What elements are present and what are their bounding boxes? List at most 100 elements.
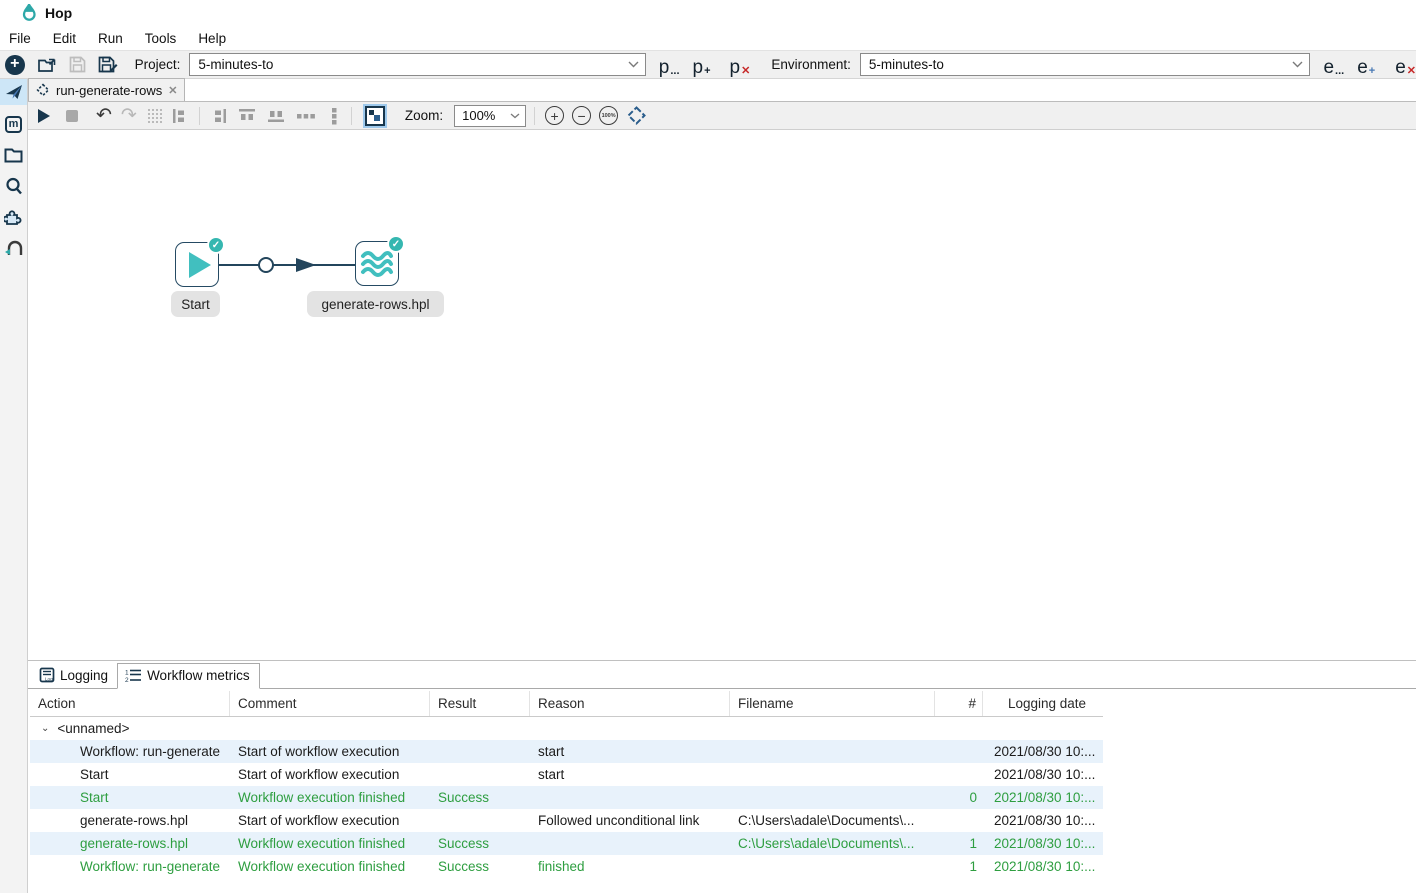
menu-help[interactable]: Help xyxy=(187,29,237,48)
zoom-fit-button[interactable] xyxy=(627,104,646,128)
distribute-vertical-icon xyxy=(327,107,341,125)
save-file-button[interactable] xyxy=(69,56,86,73)
environment-select[interactable]: 5-minutes-to xyxy=(860,53,1311,76)
cell-comment: Start of workflow execution xyxy=(230,744,430,759)
align-bottom-button[interactable] xyxy=(267,104,285,128)
hop-arrow-icon xyxy=(296,258,316,272)
menu-run[interactable]: Run xyxy=(87,29,134,48)
project-add-button[interactable]: p+ xyxy=(693,54,711,76)
file-tab-bar: run-generate-rows ✕ xyxy=(28,79,1416,102)
tab-logging-label: Logging xyxy=(60,668,108,683)
col-logging-date[interactable]: Logging date xyxy=(983,691,1103,716)
project-edit-button[interactable]: p... xyxy=(659,54,680,76)
node-generate-rows-label[interactable]: generate-rows.hpl xyxy=(307,291,444,317)
show-grid-button[interactable] xyxy=(147,104,164,128)
table-row[interactable]: Start Start of workflow execution start … xyxy=(30,763,1103,786)
hop-midpoint-circle[interactable] xyxy=(258,257,274,273)
logging-icon: Log xyxy=(39,667,55,683)
perspective-file-explorer[interactable] xyxy=(0,142,27,168)
distribute-horizontally-button[interactable] xyxy=(296,104,316,128)
zoom-out-button[interactable]: − xyxy=(572,104,591,128)
cell-logging-date: 2021/08/30 10:... xyxy=(983,859,1103,874)
cell-logging-date: 2021/08/30 10:... xyxy=(983,790,1103,805)
align-top-button[interactable] xyxy=(238,104,256,128)
project-delete-button[interactable]: p✕ xyxy=(730,54,751,76)
perspective-metadata[interactable]: m xyxy=(0,111,27,137)
col-action[interactable]: Action xyxy=(30,691,230,716)
node-generate-rows[interactable]: ✓ xyxy=(355,241,399,286)
chevron-down-icon xyxy=(628,61,639,68)
perspective-sidebar: m xyxy=(0,79,28,893)
open-file-button[interactable] xyxy=(37,56,57,74)
col-nr[interactable]: # xyxy=(935,691,983,716)
success-check-icon: ✓ xyxy=(387,235,405,253)
workflow-hop-line[interactable] xyxy=(219,264,355,266)
undo-button[interactable]: ↶ xyxy=(96,104,112,128)
cell-comment: Start of workflow execution xyxy=(230,813,430,828)
perspective-neo4j[interactable] xyxy=(0,235,27,261)
tab-workflow-metrics[interactable]: 1 2 Workflow metrics xyxy=(117,663,260,689)
cell-action: generate-rows.hpl xyxy=(30,813,230,828)
cell-action: Start xyxy=(30,790,230,805)
tree-group-row[interactable]: ⌄ <unnamed> xyxy=(30,717,1103,740)
col-reason[interactable]: Reason xyxy=(530,691,730,716)
col-comment[interactable]: Comment xyxy=(230,691,430,716)
stop-workflow-button[interactable] xyxy=(66,104,78,128)
chevron-down-icon xyxy=(510,113,520,119)
run-workflow-button[interactable] xyxy=(38,104,50,128)
project-select[interactable]: 5-minutes-to xyxy=(189,53,645,76)
zoom-100-button[interactable]: 100% xyxy=(599,104,618,128)
save-as-button[interactable] xyxy=(98,56,118,74)
tree-expander-icon[interactable]: ⌄ xyxy=(41,723,49,734)
align-top-icon xyxy=(238,108,256,123)
cell-nr: 0 xyxy=(935,790,983,805)
start-action-icon xyxy=(189,252,211,278)
table-row[interactable]: Workflow: run-generate Start of workflow… xyxy=(30,740,1103,763)
node-start-label[interactable]: Start xyxy=(171,291,220,317)
perspective-search[interactable] xyxy=(0,173,27,199)
cell-reason: start xyxy=(530,744,730,759)
preview-button[interactable] xyxy=(365,104,385,128)
environment-delete-button[interactable]: e✕ xyxy=(1395,54,1416,76)
menu-file[interactable]: File xyxy=(0,29,42,48)
zoom-select[interactable]: 100% xyxy=(454,105,526,127)
tab-run-generate-rows[interactable]: run-generate-rows ✕ xyxy=(28,78,185,101)
new-item-button[interactable]: + xyxy=(5,55,25,75)
zoom-in-button[interactable]: + xyxy=(545,104,564,128)
distribute-vertically-button[interactable] xyxy=(327,104,341,128)
workflow-diamond-icon xyxy=(36,83,50,97)
environment-edit-button[interactable]: e... xyxy=(1323,54,1344,76)
metadata-icon: m xyxy=(5,116,22,133)
table-row[interactable]: Start Workflow execution finished Succes… xyxy=(30,786,1103,809)
tab-logging[interactable]: Log Logging xyxy=(32,663,117,688)
table-row[interactable]: generate-rows.hpl Workflow execution fin… xyxy=(30,832,1103,855)
svg-text:1: 1 xyxy=(125,670,129,677)
col-filename[interactable]: Filename xyxy=(730,691,935,716)
cell-result: Success xyxy=(430,859,530,874)
table-row[interactable]: generate-rows.hpl Start of workflow exec… xyxy=(30,809,1103,832)
grid-icon xyxy=(147,108,164,123)
col-result[interactable]: Result xyxy=(430,691,530,716)
perspective-plugins[interactable] xyxy=(0,204,27,230)
menu-bar: File Edit Run Tools Help xyxy=(0,26,1416,50)
tab-close-icon[interactable]: ✕ xyxy=(168,84,177,97)
align-right-button[interactable] xyxy=(212,104,227,128)
menu-tools[interactable]: Tools xyxy=(134,29,188,48)
align-left-button[interactable] xyxy=(172,104,187,128)
zoom-select-value: 100% xyxy=(462,108,495,123)
cell-nr: 1 xyxy=(935,836,983,851)
workflow-canvas[interactable]: ✓ Start ✓ generate-rows.hpl xyxy=(28,130,1416,660)
redo-button[interactable]: ↷ xyxy=(121,104,137,128)
menu-edit[interactable]: Edit xyxy=(42,29,87,48)
align-right-icon xyxy=(212,108,227,124)
cell-comment: Workflow execution finished xyxy=(230,836,430,851)
tree-group-label: <unnamed> xyxy=(57,721,129,736)
zoom-in-icon: + xyxy=(545,106,564,125)
node-start[interactable]: ✓ xyxy=(175,242,219,287)
puzzle-piece-icon xyxy=(4,208,23,226)
table-row[interactable]: Workflow: run-generate Workflow executio… xyxy=(30,855,1103,878)
cell-action: Workflow: run-generate xyxy=(30,859,230,874)
environment-add-button[interactable]: e+ xyxy=(1357,54,1375,76)
perspective-data-orchestration[interactable] xyxy=(0,79,27,105)
redo-icon: ↷ xyxy=(121,106,137,125)
